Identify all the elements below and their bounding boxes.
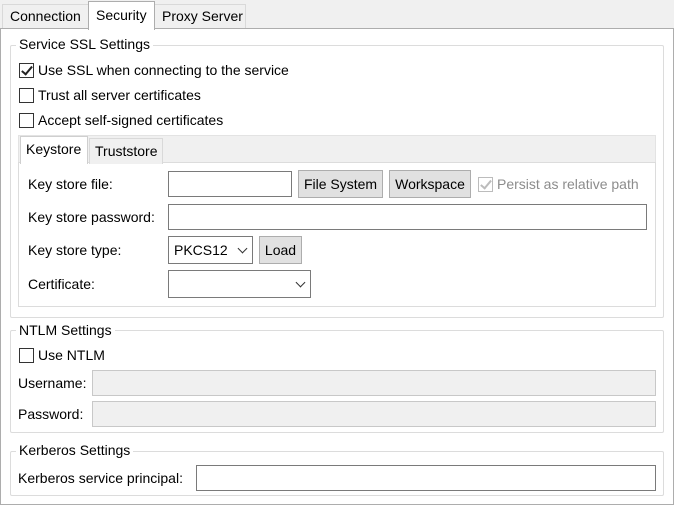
key-store-type-label: Key store type:: [28, 242, 122, 258]
key-store-password-label: Key store password:: [28, 209, 155, 225]
chevron-down-icon: [295, 277, 306, 288]
key-store-type-value: PKCS12: [174, 242, 228, 258]
tab-proxy-server[interactable]: Proxy Server: [154, 4, 246, 29]
tab-security[interactable]: Security: [88, 1, 155, 30]
accept-self-signed-label: Accept self-signed certificates: [38, 112, 224, 128]
persist-relative-checkbox[interactable]: [478, 177, 493, 192]
kerberos-settings-legend: Kerberos Settings: [16, 442, 134, 458]
password-label: Password:: [18, 406, 84, 422]
username-input[interactable]: [92, 370, 656, 396]
tab-connection[interactable]: Connection: [2, 4, 89, 29]
key-store-password-input[interactable]: [168, 204, 647, 230]
key-store-type-select[interactable]: PKCS12: [168, 236, 253, 264]
use-ntlm-checkbox[interactable]: [19, 348, 34, 363]
use-ntlm-label: Use NTLM: [38, 347, 105, 363]
certificate-select[interactable]: [168, 270, 311, 298]
username-label: Username:: [18, 375, 87, 391]
trust-all-checkbox[interactable]: [19, 88, 34, 103]
tab-keystore[interactable]: Keystore: [20, 136, 88, 164]
tab-truststore[interactable]: Truststore: [89, 138, 163, 164]
file-system-button[interactable]: File System: [298, 170, 383, 198]
accept-self-signed-checkbox[interactable]: [19, 113, 34, 128]
ntlm-settings-legend: NTLM Settings: [16, 322, 115, 338]
key-store-file-input[interactable]: [168, 171, 292, 197]
chevron-down-icon: [237, 243, 248, 254]
ssl-settings-legend: Service SSL Settings: [16, 36, 153, 52]
kerberos-principal-label: Kerberos service principal:: [18, 470, 183, 486]
load-button[interactable]: Load: [259, 236, 302, 264]
trust-all-label: Trust all server certificates: [38, 87, 201, 103]
persist-relative-label: Persist as relative path: [497, 176, 639, 192]
use-ssl-label: Use SSL when connecting to the service: [38, 62, 289, 78]
key-store-file-label: Key store file:: [28, 176, 113, 192]
certificate-label: Certificate:: [28, 276, 95, 292]
use-ssl-checkbox[interactable]: [19, 63, 34, 78]
kerberos-principal-input[interactable]: [196, 465, 656, 491]
password-input[interactable]: [92, 401, 656, 427]
workspace-button[interactable]: Workspace: [389, 170, 471, 198]
